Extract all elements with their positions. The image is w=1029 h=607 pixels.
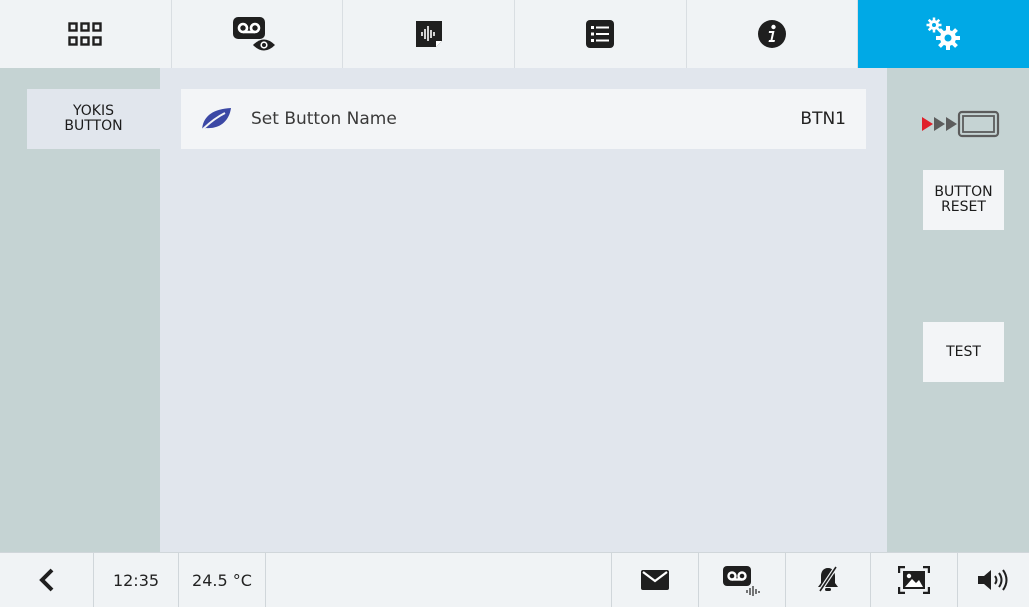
tab-audio-memo[interactable] [343,0,516,68]
photo-frame-button[interactable] [871,553,958,607]
leaf-icon [191,106,241,132]
status-bar: 12:35 24.5 °C [0,552,1029,607]
volume-button[interactable] [958,553,1029,607]
test-button[interactable]: TEST [923,322,1004,382]
back-button[interactable] [0,553,94,607]
row-value: BTN1 [800,109,846,129]
audio-note-icon [415,21,442,47]
tab-list[interactable] [515,0,687,68]
status-spacer [266,553,612,607]
clock-time: 12:35 [94,553,179,607]
mail-icon [641,570,669,590]
mute-bell-button[interactable] [786,553,871,607]
tab-info[interactable] [687,0,859,68]
voicemail-eye-icon [233,17,275,51]
speaker-volume-icon [977,569,1007,591]
skip-forward-screen-icon[interactable] [922,107,1002,141]
tab-apps[interactable] [0,0,172,68]
top-tab-bar [0,0,1029,68]
info-icon [758,20,787,48]
tab-video-monitor[interactable] [172,0,344,68]
chevron-left-icon [38,568,53,592]
voicemail-audio-icon [723,566,760,596]
bell-muted-icon [818,566,838,593]
button-reset-button[interactable]: BUTTON RESET [923,170,1004,230]
grid-icon [68,22,103,46]
voicemail-audio-button[interactable] [699,553,786,607]
list-icon [586,20,615,48]
photo-frame-icon [898,566,930,594]
yokis-button-tab[interactable]: YOKIS BUTTON [27,89,160,149]
row-label: Set Button Name [251,109,397,129]
tab-settings[interactable] [858,0,1029,68]
temperature: 24.5 °C [179,553,266,607]
settings-gears-icon [926,17,960,50]
set-button-name-row[interactable]: Set Button Name BTN1 [181,89,866,149]
mail-button[interactable] [612,553,699,607]
